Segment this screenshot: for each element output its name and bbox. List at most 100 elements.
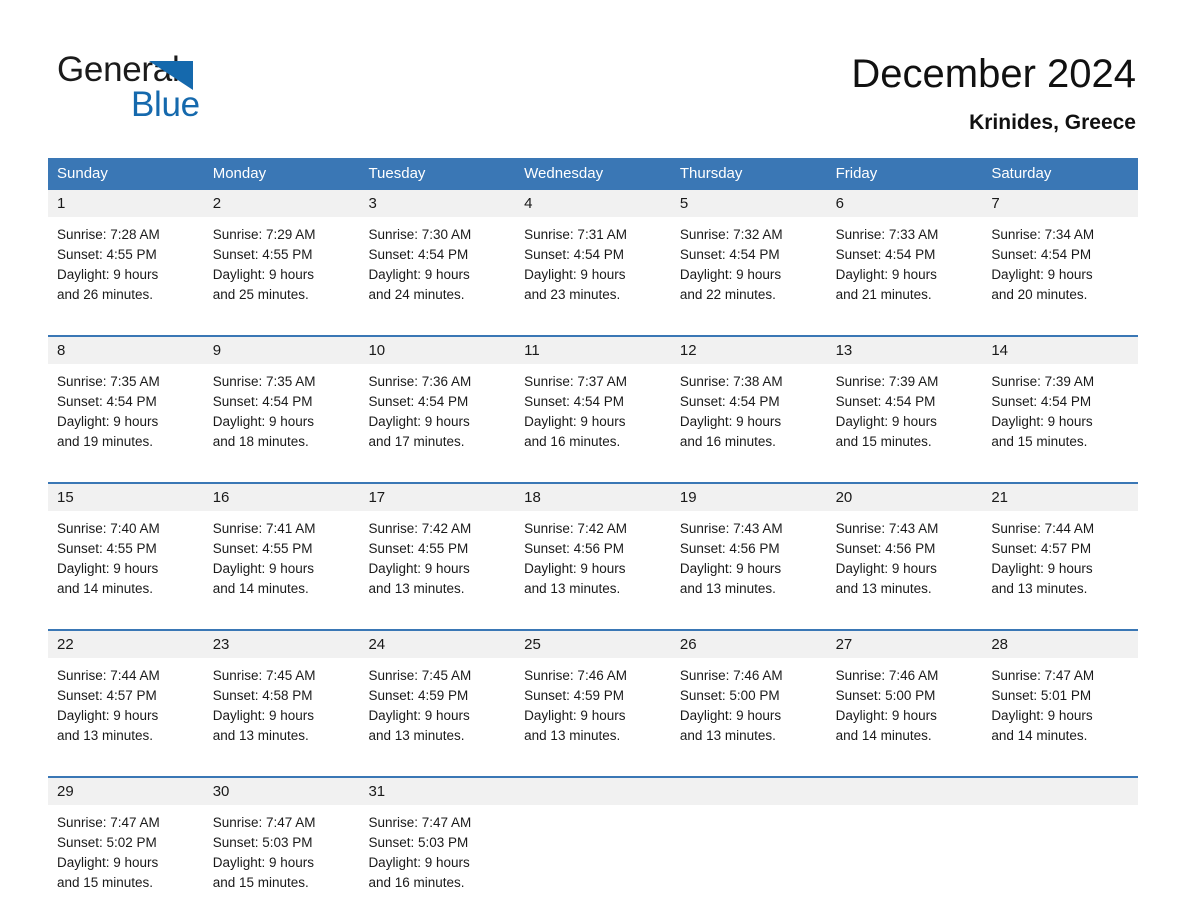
day-details: [515, 805, 671, 813]
day-cell[interactable]: 6 Sunrise: 7:33 AM Sunset: 4:54 PM Daylight…: [826, 190, 983, 323]
week-row-gap: [48, 617, 1138, 629]
day-number-band: 21: [982, 484, 1139, 511]
daylight-text-line2: and 14 minutes.: [57, 581, 154, 596]
daylight-text-line1: Daylight: 9 hours: [57, 414, 159, 429]
day-cell[interactable]: 28 Sunrise: 7:47 AM Sunset: 5:01 PM Dayligh…: [982, 631, 1139, 764]
daylight-text-line2: and 18 minutes.: [212, 434, 309, 449]
sunrise-text: Sunrise: 7:43 AM: [679, 521, 783, 536]
daylight-text-line2: and 13 minutes.: [212, 728, 309, 743]
daylight-text-line1: Daylight: 9 hours: [524, 708, 626, 723]
day-details: [982, 805, 1138, 813]
day-cell[interactable]: 17 Sunrise: 7:42 AM Sunset: 4:55 PM Dayligh…: [359, 484, 516, 617]
sunrise-text: Sunrise: 7:45 AM: [212, 668, 316, 683]
day-number: 14: [991, 342, 1008, 359]
daylight-text-line2: and 13 minutes.: [991, 581, 1088, 596]
daylight-text-line1: Daylight: 9 hours: [835, 708, 937, 723]
day-details: Sunrise: 7:43 AM Sunset: 4:56 PM Daylight:…: [671, 511, 827, 599]
day-details: [671, 805, 827, 813]
daylight-text-line2: and 13 minutes.: [368, 581, 465, 596]
page-header: General Blue December 2024 Krinides, Gre…: [0, 0, 1188, 150]
day-cell[interactable]: 21 Sunrise: 7:44 AM Sunset: 4:57 PM Dayligh…: [982, 484, 1139, 617]
day-cell[interactable]: 15 Sunrise: 7:40 AM Sunset: 4:55 PM Dayligh…: [48, 484, 204, 617]
day-number: 5: [679, 195, 689, 212]
day-cell[interactable]: 24 Sunrise: 7:45 AM Sunset: 4:59 PM Dayligh…: [359, 631, 516, 764]
day-cell[interactable]: 14 Sunrise: 7:39 AM Sunset: 4:54 PM Dayligh…: [982, 337, 1139, 470]
week-row-gap: [48, 323, 1138, 335]
day-cell[interactable]: 8 Sunrise: 7:35 AM Sunset: 4:54 PM Daylight…: [48, 337, 204, 470]
week-row: 15 Sunrise: 7:40 AM Sunset: 4:55 PM Dayligh…: [48, 482, 1139, 617]
day-cell[interactable]: 1 Sunrise: 7:28 AM Sunset: 4:55 PM Daylight…: [48, 190, 204, 323]
day-cell[interactable]: 19 Sunrise: 7:43 AM Sunset: 4:56 PM Dayligh…: [670, 484, 827, 617]
daylight-text-line1: Daylight: 9 hours: [679, 414, 782, 429]
day-cell[interactable]: 31 Sunrise: 7:47 AM Sunset: 5:03 PM Dayligh…: [359, 778, 516, 911]
sunrise-text: Sunrise: 7:44 AM: [57, 668, 160, 683]
day-details: Sunrise: 7:47 AM Sunset: 5:03 PM Daylight:…: [204, 805, 360, 893]
sunrise-text: Sunrise: 7:40 AM: [57, 521, 160, 536]
day-number-band: [982, 778, 1139, 805]
day-cell-empty: [515, 778, 671, 911]
page-title: December 2024: [851, 52, 1136, 96]
day-number-band: 9: [203, 337, 360, 364]
day-cell[interactable]: 18 Sunrise: 7:42 AM Sunset: 4:56 PM Dayligh…: [515, 484, 671, 617]
day-details: Sunrise: 7:35 AM Sunset: 4:54 PM Daylight:…: [204, 364, 360, 452]
sunset-text: Sunset: 5:01 PM: [991, 688, 1092, 703]
week-row-gap: [48, 764, 1138, 776]
day-cell[interactable]: 10 Sunrise: 7:36 AM Sunset: 4:54 PM Dayligh…: [359, 337, 516, 470]
day-cell[interactable]: 7 Sunrise: 7:34 AM Sunset: 4:54 PM Daylight…: [982, 190, 1139, 323]
day-number: 27: [835, 636, 853, 653]
daylight-text-line1: Daylight: 9 hours: [524, 561, 626, 576]
sunrise-text: Sunrise: 7:29 AM: [212, 227, 316, 242]
day-cell[interactable]: 9 Sunrise: 7:35 AM Sunset: 4:54 PM Daylight…: [203, 337, 360, 470]
daylight-text-line2: and 16 minutes.: [368, 875, 465, 890]
day-number: 28: [991, 636, 1008, 653]
day-cell[interactable]: 30 Sunrise: 7:47 AM Sunset: 5:03 PM Dayligh…: [203, 778, 360, 911]
day-cell[interactable]: 11 Sunrise: 7:37 AM Sunset: 4:54 PM Dayligh…: [515, 337, 671, 470]
sunset-text: Sunset: 4:54 PM: [524, 394, 624, 409]
day-number-band: 28: [982, 631, 1139, 658]
day-cell[interactable]: 22 Sunrise: 7:44 AM Sunset: 4:57 PM Dayligh…: [48, 631, 204, 764]
day-cell[interactable]: 25 Sunrise: 7:46 AM Sunset: 4:59 PM Dayligh…: [515, 631, 671, 764]
sunrise-text: Sunrise: 7:39 AM: [991, 374, 1095, 389]
day-cell[interactable]: 23 Sunrise: 7:45 AM Sunset: 4:58 PM Dayligh…: [203, 631, 360, 764]
day-number-band: 3: [359, 190, 516, 217]
day-cell[interactable]: 26 Sunrise: 7:46 AM Sunset: 5:00 PM Dayligh…: [670, 631, 827, 764]
daylight-text-line1: Daylight: 9 hours: [679, 708, 782, 723]
day-cell[interactable]: 27 Sunrise: 7:46 AM Sunset: 5:00 PM Dayligh…: [826, 631, 983, 764]
sunset-text: Sunset: 4:55 PM: [212, 247, 313, 262]
sunset-text: Sunset: 4:54 PM: [991, 247, 1092, 262]
day-cell[interactable]: 3 Sunrise: 7:30 AM Sunset: 4:54 PM Daylight…: [359, 190, 516, 323]
sunset-text: Sunset: 4:59 PM: [524, 688, 624, 703]
daylight-text-line1: Daylight: 9 hours: [991, 708, 1093, 723]
day-cell[interactable]: 16 Sunrise: 7:41 AM Sunset: 4:55 PM Dayligh…: [203, 484, 360, 617]
sunset-text: Sunset: 4:55 PM: [212, 541, 313, 556]
day-cell[interactable]: 12 Sunrise: 7:38 AM Sunset: 4:54 PM Dayligh…: [670, 337, 827, 470]
sunrise-text: Sunrise: 7:46 AM: [524, 668, 627, 683]
day-cell[interactable]: 29 Sunrise: 7:47 AM Sunset: 5:02 PM Dayligh…: [48, 778, 204, 911]
day-number: 19: [679, 489, 697, 506]
sunset-text: Sunset: 4:54 PM: [57, 394, 157, 409]
day-details: Sunrise: 7:46 AM Sunset: 4:59 PM Daylight:…: [515, 658, 671, 746]
day-cell[interactable]: 2 Sunrise: 7:29 AM Sunset: 4:55 PM Daylight…: [203, 190, 360, 323]
daylight-text-line2: and 15 minutes.: [212, 875, 309, 890]
sunrise-text: Sunrise: 7:37 AM: [524, 374, 627, 389]
day-cell[interactable]: 13 Sunrise: 7:39 AM Sunset: 4:54 PM Dayligh…: [826, 337, 983, 470]
daylight-text-line2: and 17 minutes.: [368, 434, 465, 449]
day-number-band: 30: [203, 778, 360, 805]
day-cell[interactable]: 20 Sunrise: 7:43 AM Sunset: 4:56 PM Dayligh…: [826, 484, 983, 617]
daylight-text-line1: Daylight: 9 hours: [835, 267, 937, 282]
sunset-text: Sunset: 4:54 PM: [991, 394, 1092, 409]
weekday-header-thursday: Thursday: [679, 165, 743, 182]
day-number: 26: [679, 636, 697, 653]
day-number-band: 20: [826, 484, 983, 511]
sunrise-text: Sunrise: 7:46 AM: [679, 668, 783, 683]
day-cell[interactable]: 5 Sunrise: 7:32 AM Sunset: 4:54 PM Daylight…: [670, 190, 827, 323]
day-number-band: 29: [48, 778, 204, 805]
day-details: Sunrise: 7:35 AM Sunset: 4:54 PM Daylight:…: [48, 364, 204, 452]
day-cell[interactable]: 4 Sunrise: 7:31 AM Sunset: 4:54 PM Daylight…: [515, 190, 671, 323]
sunrise-text: Sunrise: 7:47 AM: [368, 815, 472, 830]
day-number-band: 22: [48, 631, 204, 658]
daylight-text-line2: and 26 minutes.: [57, 287, 154, 302]
day-number-band: [515, 778, 671, 805]
daylight-text-line1: Daylight: 9 hours: [212, 855, 315, 870]
daylight-text-line2: and 16 minutes.: [679, 434, 776, 449]
